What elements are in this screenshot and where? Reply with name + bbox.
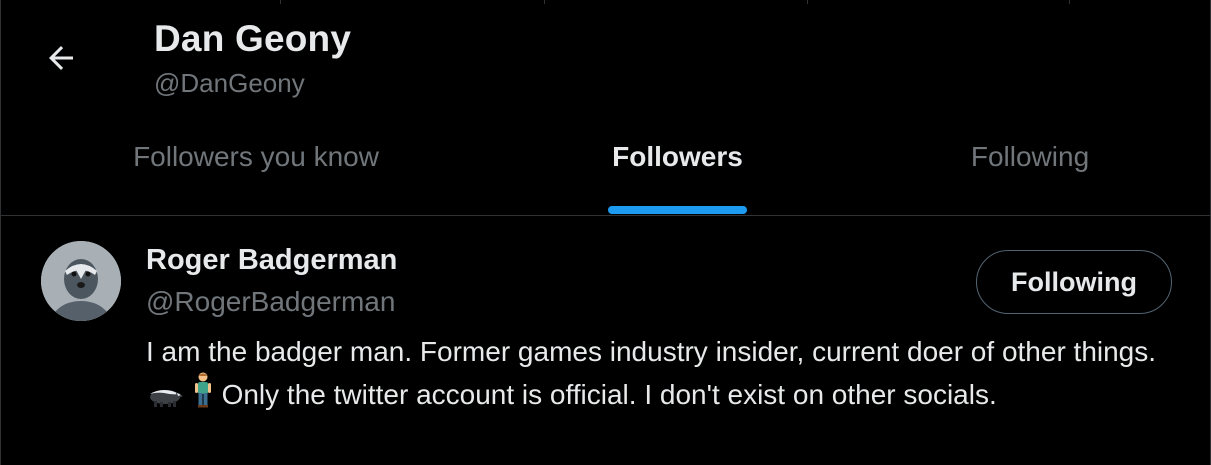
tab-label: Following bbox=[970, 140, 1090, 172]
tab-following[interactable]: Following bbox=[874, 120, 1186, 215]
following-button[interactable]: Following bbox=[976, 250, 1172, 314]
tab-bar: Followers you know Followers Following bbox=[1, 120, 1210, 216]
tab-followers[interactable]: Followers bbox=[481, 120, 874, 215]
bio-text: Only the twitter account is official. I … bbox=[221, 379, 997, 410]
tab-label: Followers bbox=[612, 140, 743, 172]
bio-text: I am the badger man. Former games indust… bbox=[146, 336, 1157, 367]
followers-page: Dan Geony @DanGeony Followers you know F… bbox=[0, 0, 1211, 465]
user-handle[interactable]: @RogerBadgerman bbox=[146, 286, 395, 318]
tab-label: Followers you know bbox=[133, 140, 379, 172]
man-standing-emoji-icon bbox=[194, 372, 211, 408]
page-title: Dan Geony bbox=[154, 18, 352, 59]
user-name[interactable]: Roger Badgerman bbox=[146, 244, 397, 277]
active-tab-indicator bbox=[608, 206, 747, 214]
tab-followers-you-know[interactable]: Followers you know bbox=[61, 120, 451, 215]
profile-handle: @DanGeony bbox=[154, 68, 305, 98]
profile-header: Dan Geony @DanGeony bbox=[1, 0, 1210, 120]
user-cell[interactable]: Roger Badgerman @RogerBadgerman Followin… bbox=[1, 216, 1210, 465]
back-button[interactable] bbox=[39, 36, 83, 80]
arrow-left-icon bbox=[49, 46, 73, 70]
badger-emoji-icon bbox=[150, 390, 183, 407]
avatar[interactable] bbox=[41, 241, 121, 321]
user-bio: I am the badger man. Former games indust… bbox=[146, 332, 1186, 415]
badger-avatar-icon bbox=[41, 241, 121, 321]
